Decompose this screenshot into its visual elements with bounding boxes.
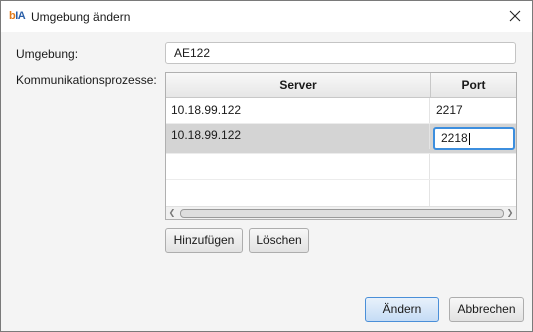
table-row-selected[interactable]: 10.18.99.122 2218	[166, 124, 516, 154]
delete-button[interactable]: Löschen	[249, 228, 309, 253]
change-button[interactable]: Ändern	[365, 297, 439, 322]
processes-table[interactable]: Server Port 10.18.99.122 2217 10.18.99.1…	[165, 72, 517, 220]
scroll-thumb[interactable]	[180, 209, 504, 218]
dialog-window: bIA Umgebung ändern Umgebung: AE122 Komm…	[0, 0, 533, 332]
add-button[interactable]: Hinzufügen	[165, 228, 243, 253]
window-title: Umgebung ändern	[31, 10, 131, 24]
environment-input[interactable]: AE122	[165, 42, 516, 64]
cell-server-empty[interactable]	[166, 154, 430, 179]
title-bar: bIA Umgebung ändern	[1, 1, 532, 32]
table-row[interactable]: 10.18.99.122 2217	[166, 98, 516, 124]
cell-server[interactable]: 10.18.99.122	[166, 124, 430, 149]
table-header: Server Port	[166, 73, 516, 98]
cell-port[interactable]: 2217	[431, 98, 516, 123]
horizontal-scrollbar[interactable]: ❮ ❯	[166, 206, 516, 219]
table-row-empty[interactable]	[166, 154, 516, 180]
scroll-left-icon[interactable]: ❮	[166, 207, 178, 219]
cell-server-empty[interactable]	[166, 180, 430, 208]
environment-label: Umgebung:	[16, 47, 79, 61]
cancel-button[interactable]: Abbrechen	[449, 297, 524, 322]
close-icon	[509, 10, 521, 22]
dialog-content: Umgebung: AE122 Kommunikationsprozesse: …	[1, 32, 532, 331]
cell-port-empty[interactable]	[431, 180, 516, 208]
bia-logo-icon: bIA	[9, 10, 26, 22]
processes-label: Kommunikationsprozesse:	[16, 73, 157, 87]
column-header-port[interactable]: Port	[431, 73, 516, 97]
port-edit-value: 2218	[441, 131, 468, 145]
scroll-right-icon[interactable]: ❯	[504, 207, 516, 219]
column-header-server[interactable]: Server	[166, 73, 431, 97]
cell-server[interactable]: 10.18.99.122	[166, 98, 430, 123]
port-edit-field[interactable]: 2218	[433, 127, 515, 150]
cell-port-empty[interactable]	[431, 154, 516, 179]
close-button[interactable]	[498, 1, 532, 31]
table-row-empty[interactable]	[166, 180, 516, 208]
